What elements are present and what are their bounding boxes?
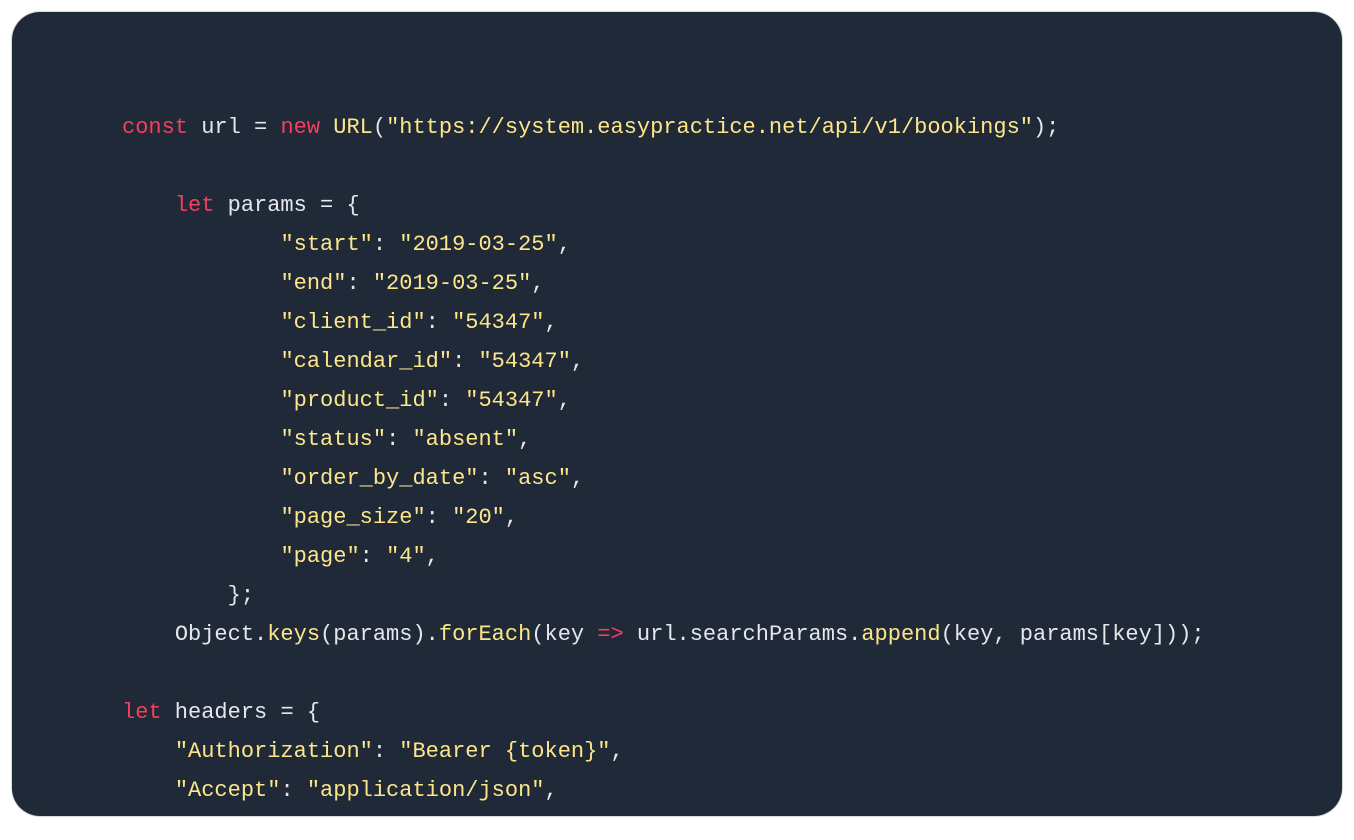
tail1: url.searchParams.: [624, 622, 862, 647]
indent: [122, 622, 175, 647]
colon: :: [439, 388, 465, 413]
id-object: Object: [175, 622, 254, 647]
val-end: "2019-03-25": [373, 271, 531, 296]
tail2: (key, params[key]));: [941, 622, 1205, 647]
id-url: url: [188, 115, 254, 140]
val-calendar-id: "54347": [478, 349, 570, 374]
arrow: =>: [597, 622, 623, 647]
args2: (key: [531, 622, 597, 647]
val-page: "4": [386, 544, 426, 569]
key-end: "end": [280, 271, 346, 296]
val-accept: "application/json": [307, 778, 545, 803]
fn-append: append: [861, 622, 940, 647]
key-start: "start": [280, 232, 372, 257]
colon: :: [373, 739, 399, 764]
colon: :: [452, 349, 478, 374]
code-block: const url = new URL("https://system.easy…: [12, 12, 1342, 810]
brace-open: = {: [320, 193, 360, 218]
code-panel: const url = new URL("https://system.easy…: [12, 12, 1342, 816]
key-page-size: "page_size": [280, 505, 425, 530]
indent: [122, 232, 280, 257]
indent: [122, 505, 280, 530]
comma: ,: [558, 388, 571, 413]
colon: :: [426, 505, 452, 530]
key-calendar-id: "calendar_id": [280, 349, 452, 374]
comma: ,: [544, 778, 557, 803]
colon: :: [346, 271, 372, 296]
kw-const: const: [122, 115, 188, 140]
class-url: URL: [333, 115, 373, 140]
dot: .: [254, 622, 267, 647]
comma: ,: [545, 310, 558, 335]
indent: [122, 466, 280, 491]
brace-close: };: [228, 583, 254, 608]
fn-keys: keys: [267, 622, 320, 647]
comma: ,: [558, 232, 571, 257]
indent: [122, 271, 280, 296]
indent: [122, 739, 175, 764]
comma: ,: [531, 271, 544, 296]
kw-let: let: [122, 700, 162, 725]
space: [320, 115, 333, 140]
indent: [122, 778, 175, 803]
val-authorization: "Bearer {token}": [399, 739, 610, 764]
comma: ,: [505, 505, 518, 530]
comma: ,: [571, 466, 584, 491]
op-eq: =: [254, 115, 280, 140]
colon: :: [478, 466, 504, 491]
indent: [122, 388, 280, 413]
kw-new: new: [280, 115, 320, 140]
colon: :: [280, 778, 306, 803]
fn-foreach: forEach: [439, 622, 531, 647]
key-client-id: "client_id": [280, 310, 425, 335]
paren-open: (: [373, 115, 386, 140]
comma: ,: [611, 739, 624, 764]
key-accept: "Accept": [175, 778, 281, 803]
brace-open: = {: [280, 700, 320, 725]
indent: [122, 349, 280, 374]
comma: ,: [426, 544, 439, 569]
key-status: "status": [280, 427, 386, 452]
colon: :: [426, 310, 452, 335]
val-order-by-date: "asc": [505, 466, 571, 491]
indent: [122, 310, 280, 335]
id-headers: headers: [162, 700, 281, 725]
colon: :: [373, 232, 399, 257]
val-page-size: "20": [452, 505, 505, 530]
indent: [122, 544, 280, 569]
comma: ,: [518, 427, 531, 452]
id-params: params: [214, 193, 320, 218]
indent: [122, 583, 228, 608]
val-start: "2019-03-25": [399, 232, 557, 257]
colon: :: [386, 427, 412, 452]
indent: [122, 427, 280, 452]
val-product-id: "54347": [465, 388, 557, 413]
kw-let: let: [175, 193, 215, 218]
val-status: "absent": [412, 427, 518, 452]
indent: [122, 193, 175, 218]
key-product-id: "product_id": [280, 388, 438, 413]
val-client-id: "54347": [452, 310, 544, 335]
comma: ,: [571, 349, 584, 374]
key-page: "page": [280, 544, 359, 569]
key-authorization: "Authorization": [175, 739, 373, 764]
str-url: "https://system.easypractice.net/api/v1/…: [386, 115, 1033, 140]
key-order-by-date: "order_by_date": [280, 466, 478, 491]
paren-close: );: [1033, 115, 1059, 140]
colon: :: [360, 544, 386, 569]
args: (params).: [320, 622, 439, 647]
